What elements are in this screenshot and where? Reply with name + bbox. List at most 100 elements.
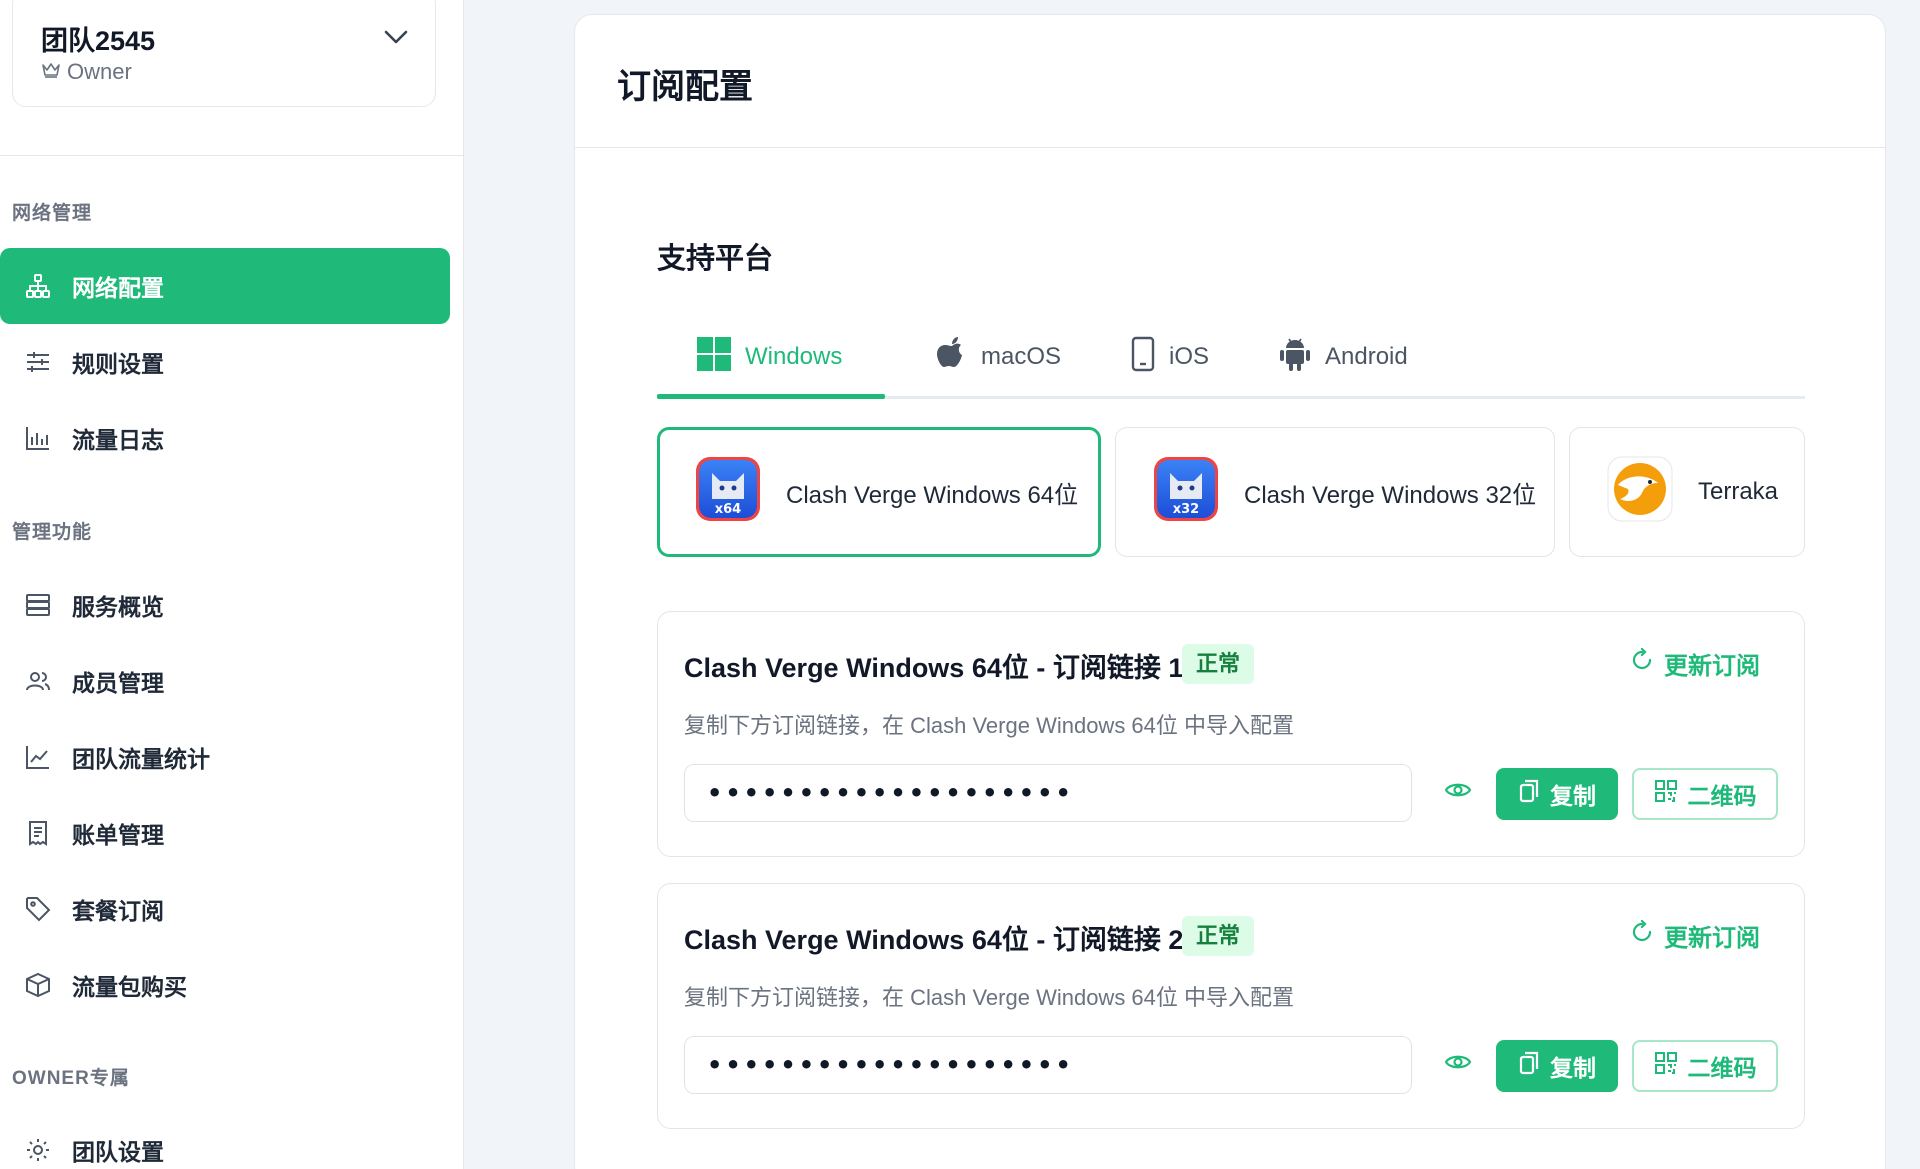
subscription-title: Clash Verge Windows 64位 - 订阅链接 1 <box>684 653 1184 683</box>
sidebar-item-service-overview[interactable]: 服务概览 <box>0 567 450 643</box>
sidebar-item-label: 规则设置 <box>72 351 164 377</box>
network-icon <box>24 272 52 300</box>
sidebar-item-label: 团队流量统计 <box>72 746 210 772</box>
refresh-label: 更新订阅 <box>1664 653 1760 680</box>
copy-button[interactable]: 复制 <box>1496 1040 1618 1092</box>
page-title: 订阅配置 <box>617 68 753 106</box>
clash-verge-x32-icon: x32 <box>1152 455 1220 530</box>
sidebar-item-members[interactable]: 成员管理 <box>0 643 450 719</box>
refresh-label: 更新订阅 <box>1664 925 1760 952</box>
sidebar-item-billing[interactable]: 账单管理 <box>0 795 450 871</box>
terraka-icon <box>1606 455 1674 530</box>
subscription-url-input[interactable] <box>684 764 1412 822</box>
sidebar-item-label: 服务概览 <box>72 594 164 620</box>
package-icon <box>24 971 52 999</box>
copy-label: 复制 <box>1550 1055 1596 1081</box>
qr-code-label: 二维码 <box>1687 783 1757 809</box>
subscription-config-card: 订阅配置 支持平台 Windows macOS iOS Android x64 … <box>574 14 1886 1169</box>
subscription-link-card: Clash Verge Windows 64位 - 订阅链接 1 正常 更新订阅… <box>657 611 1805 857</box>
tag-icon <box>24 895 52 923</box>
sidebar-item-data-packs[interactable]: 流量包购买 <box>0 947 450 1023</box>
qr-code-button[interactable]: 二维码 <box>1632 1040 1778 1092</box>
qr-code-icon <box>1654 779 1678 809</box>
card-divider <box>575 147 1885 148</box>
eye-icon[interactable] <box>1444 1050 1472 1079</box>
client-label: Clash Verge Windows 64位 <box>786 481 1079 509</box>
tab-label: macOS <box>981 343 1062 370</box>
team-switcher[interactable]: 团队2545 Owner <box>12 0 436 107</box>
sidebar-item-label: 团队设置 <box>72 1139 164 1165</box>
sidebar-item-team-settings[interactable]: 团队设置 <box>0 1112 450 1169</box>
refresh-subscription-button[interactable]: 更新订阅 <box>1630 646 1760 681</box>
line-chart-icon <box>24 743 52 771</box>
status-badge: 正常 <box>1182 644 1255 684</box>
status-badge: 正常 <box>1182 916 1255 956</box>
section-label-owner: OWNER专属 <box>12 1068 130 1089</box>
platform-tabs: Windows macOS iOS Android <box>657 315 1805 399</box>
crown-icon <box>41 59 61 85</box>
svg-text:x32: x32 <box>1173 502 1199 517</box>
sidebar: 团队2545 Owner 网络管理 网络配置 规则设置 流量日志 管理功能 服务… <box>0 0 464 1169</box>
qr-code-button[interactable]: 二维码 <box>1632 768 1778 820</box>
client-option-clash-verge-32[interactable]: x32 Clash Verge Windows 32位 <box>1115 427 1555 557</box>
subscription-description: 复制下方订阅链接，在 Clash Verge Windows 64位 中导入配置 <box>684 985 1295 1010</box>
refresh-subscription-button[interactable]: 更新订阅 <box>1630 918 1760 953</box>
bar-chart-icon <box>24 424 52 452</box>
client-option-terraka[interactable]: Terraka <box>1569 427 1805 557</box>
windows-icon <box>697 336 731 378</box>
subscription-title: Clash Verge Windows 64位 - 订阅链接 2 <box>684 925 1184 955</box>
sidebar-item-label: 成员管理 <box>72 670 164 696</box>
gear-icon <box>24 1136 52 1164</box>
tab-label: Windows <box>745 343 843 370</box>
apple-icon <box>937 336 967 378</box>
sidebar-item-label: 账单管理 <box>72 822 164 848</box>
client-label: Clash Verge Windows 32位 <box>1244 481 1537 509</box>
sidebar-item-label: 流量包购买 <box>72 974 187 1000</box>
copy-icon <box>1518 1051 1540 1081</box>
tab-label: Android <box>1325 343 1408 370</box>
sidebar-item-network-config[interactable]: 网络配置 <box>0 248 450 324</box>
chevron-down-icon[interactable] <box>383 29 409 50</box>
android-icon <box>1279 337 1311 378</box>
team-role-label: Owner <box>67 59 132 84</box>
tab-ios[interactable]: iOS <box>1131 315 1209 399</box>
sidebar-item-rules[interactable]: 规则设置 <box>0 324 450 400</box>
team-name: 团队2545 <box>41 26 156 56</box>
sliders-icon <box>24 348 52 376</box>
client-label: Terraka <box>1698 478 1779 505</box>
clash-verge-x64-icon: x64 <box>694 455 762 530</box>
eye-icon[interactable] <box>1444 778 1472 807</box>
refresh-icon <box>1630 919 1654 951</box>
subscription-link-card: Clash Verge Windows 64位 - 订阅链接 2 正常 更新订阅… <box>657 883 1805 1129</box>
team-role: Owner <box>41 59 132 85</box>
sidebar-item-label: 套餐订阅 <box>72 898 164 924</box>
section-label-network: 网络管理 <box>12 203 93 224</box>
copy-button[interactable]: 复制 <box>1496 768 1618 820</box>
sidebar-item-team-traffic[interactable]: 团队流量统计 <box>0 719 450 795</box>
client-option-clash-verge-64[interactable]: x64 Clash Verge Windows 64位 <box>657 427 1101 557</box>
sidebar-item-plans[interactable]: 套餐订阅 <box>0 871 450 947</box>
qr-code-icon <box>1654 1051 1678 1081</box>
qr-code-label: 二维码 <box>1687 1055 1757 1081</box>
sidebar-item-label: 流量日志 <box>72 427 164 453</box>
copy-label: 复制 <box>1550 783 1596 809</box>
tab-label: iOS <box>1169 343 1210 370</box>
svg-text:x64: x64 <box>715 502 741 517</box>
subscription-url-input[interactable] <box>684 1036 1412 1094</box>
sidebar-item-traffic-log[interactable]: 流量日志 <box>0 400 450 476</box>
users-icon <box>24 667 52 695</box>
tab-windows[interactable]: Windows <box>697 315 842 399</box>
receipt-icon <box>24 819 52 847</box>
sidebar-divider <box>0 155 464 156</box>
refresh-icon <box>1630 647 1654 679</box>
platforms-title: 支持平台 <box>657 243 774 275</box>
server-icon <box>24 591 52 619</box>
sidebar-item-label: 网络配置 <box>72 275 164 301</box>
section-label-management: 管理功能 <box>12 522 93 543</box>
active-tab-indicator <box>657 394 885 399</box>
tab-android[interactable]: Android <box>1279 315 1408 399</box>
phone-icon <box>1131 336 1155 379</box>
subscription-description: 复制下方订阅链接，在 Clash Verge Windows 64位 中导入配置 <box>684 713 1295 738</box>
copy-icon <box>1518 779 1540 809</box>
tab-macos[interactable]: macOS <box>937 315 1061 399</box>
